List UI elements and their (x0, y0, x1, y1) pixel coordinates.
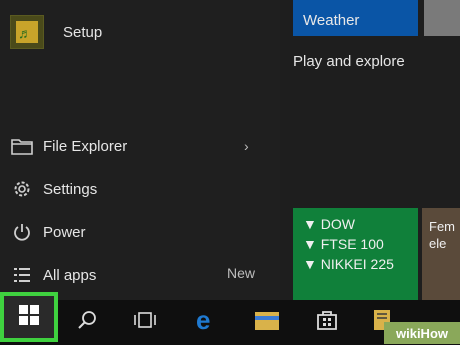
wikihow-text: wikiHow (395, 325, 448, 341)
setup-app-icon: ♬ (10, 15, 44, 49)
gray-tile[interactable] (424, 0, 460, 36)
start-button[interactable] (0, 292, 58, 342)
play-explore-heading: Play and explore (293, 53, 405, 70)
weather-label: Weather (303, 12, 360, 29)
weather-tile[interactable]: Weather (293, 0, 418, 36)
setup-item[interactable]: ♬ Setup (10, 14, 102, 50)
list-icon (10, 263, 34, 287)
new-label: New (227, 265, 256, 281)
folder-icon (10, 134, 34, 158)
money-line-dow: ▼ DOW (303, 216, 355, 232)
edge-icon: e (194, 305, 220, 338)
search-icon (76, 309, 98, 336)
search-button[interactable] (58, 300, 116, 345)
power-item[interactable]: Power (10, 217, 86, 247)
all-apps-item[interactable]: All apps (10, 260, 96, 290)
gear-icon (10, 177, 34, 201)
money-line-nikkei: ▼ NIKKEI 225 (303, 256, 394, 272)
news-text: Fem ele (429, 219, 455, 251)
power-icon (10, 220, 34, 244)
news-tile[interactable]: Fem ele (422, 208, 460, 300)
task-view-button[interactable] (116, 300, 174, 345)
file-explorer-item[interactable]: File Explorer (10, 131, 127, 161)
all-apps-label: All apps (43, 266, 97, 284)
windows-start-icon (18, 304, 40, 331)
chevron-right-icon[interactable]: › (244, 138, 249, 154)
settings-label: Settings (43, 180, 98, 198)
wikihow-watermark: wikiHow (384, 322, 460, 344)
settings-item[interactable]: Settings (10, 174, 97, 204)
money-tile[interactable]: ▼ DOW ▼ FTSE 100 ▼ NIKKEI 225 (293, 208, 418, 300)
store-icon (315, 308, 339, 337)
task-view-icon (131, 310, 159, 335)
start-left-column: ♬ Setup File Explorer › Settings Power A… (0, 0, 280, 300)
start-menu: ♬ Setup File Explorer › Settings Power A… (0, 0, 460, 300)
setup-label: Setup (63, 23, 103, 41)
file-explorer-icon (254, 309, 280, 336)
file-explorer-label: File Explorer (43, 137, 128, 155)
money-line-ftse: ▼ FTSE 100 (303, 236, 384, 252)
file-explorer-button[interactable] (238, 300, 296, 345)
svg-text:e: e (196, 307, 210, 333)
store-button[interactable] (298, 300, 356, 345)
svg-text:♬: ♬ (18, 25, 32, 41)
power-label: Power (43, 223, 86, 241)
edge-button[interactable]: e (178, 300, 236, 345)
